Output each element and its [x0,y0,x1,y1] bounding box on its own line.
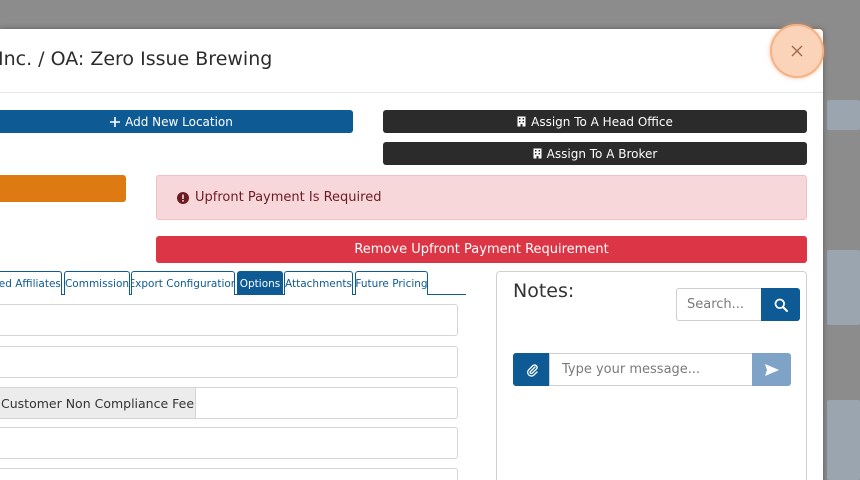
tab-options[interactable]: Options [237,271,283,295]
notes-search-button[interactable] [761,288,800,321]
search-icon [774,298,788,312]
close-icon [791,45,803,57]
paper-plane-icon [764,363,779,376]
orange-action-button[interactable] [0,175,126,202]
tab-export-configuration[interactable]: Export Configuration [131,271,235,295]
background-block [827,250,860,325]
tab-future-pricing[interactable]: Future Pricing [355,271,428,295]
tab-commission[interactable]: Commission [64,271,130,295]
notes-title: Notes: [513,280,575,302]
options-field[interactable] [0,468,458,480]
assign-broker-button[interactable]: Assign To A Broker [383,142,807,165]
paperclip-icon [526,363,538,377]
non-compliance-fee-label: Customer Non Compliance Fee [0,387,196,419]
tab-bar: ked Affiliates Commission Export Configu… [0,271,466,295]
assign-head-office-label: Assign To A Head Office [531,114,673,129]
building-icon [517,116,526,127]
alert-text: Upfront Payment Is Required [195,190,382,205]
add-new-location-label: Add New Location [125,114,233,129]
plus-icon [110,116,121,127]
background-page-right [823,100,860,480]
location-modal: Inc. / OA: Zero Issue Brewing Add New Lo… [0,29,823,480]
options-field[interactable] [0,346,458,378]
background-block [827,100,860,130]
attach-file-button[interactable] [513,353,550,386]
close-modal-button[interactable] [770,24,824,78]
assign-head-office-button[interactable]: Assign To A Head Office [383,110,807,133]
remove-upfront-payment-button[interactable]: Remove Upfront Payment Requirement [156,236,807,263]
options-field[interactable] [0,304,458,336]
message-input[interactable]: Type your message... [549,353,753,386]
building-icon [533,148,542,159]
non-compliance-fee-input[interactable] [195,387,458,419]
modal-header: Inc. / OA: Zero Issue Brewing [0,29,823,93]
assign-broker-label: Assign To A Broker [546,146,658,161]
send-message-button[interactable] [752,353,791,386]
upfront-payment-alert: Upfront Payment Is Required [156,175,807,220]
tab-linked-affiliates[interactable]: ked Affiliates [0,271,62,295]
options-field[interactable] [0,427,458,459]
background-block [827,400,860,480]
notes-panel: Notes: Search... Type your message... [496,271,807,480]
notes-search-input[interactable]: Search... [676,288,762,321]
exclamation-circle-icon [177,191,189,204]
add-new-location-button[interactable]: Add New Location [0,110,353,133]
tab-attachments[interactable]: Attachments [284,271,353,295]
modal-title: Inc. / OA: Zero Issue Brewing [0,48,273,70]
